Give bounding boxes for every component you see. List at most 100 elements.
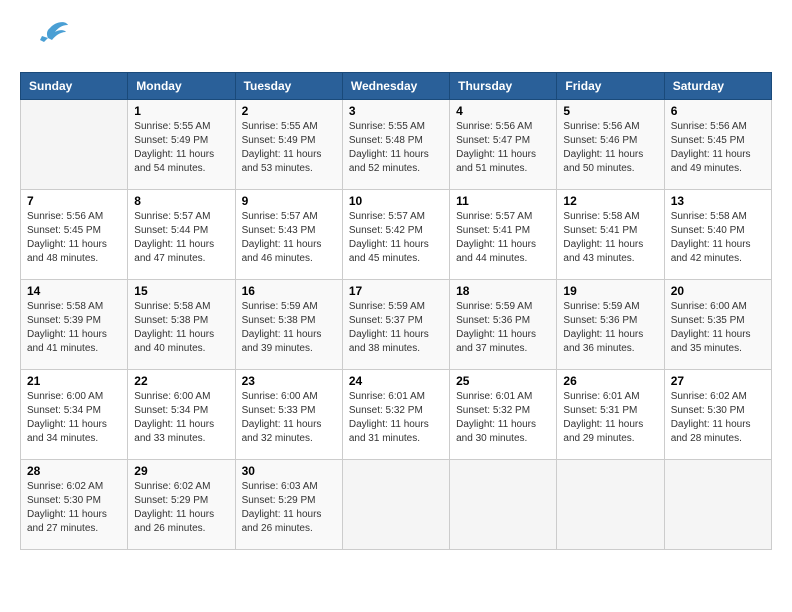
- calendar-cell: 26 Sunrise: 6:01 AM Sunset: 5:31 PM Dayl…: [557, 370, 664, 460]
- day-number: 25: [456, 374, 550, 388]
- daylight-text: Daylight: 11 hours and 46 minutes.: [242, 238, 336, 266]
- daylight-text: Daylight: 11 hours and 38 minutes.: [349, 328, 443, 356]
- sunset-text: Sunset: 5:49 PM: [242, 134, 336, 148]
- day-number: 11: [456, 194, 550, 208]
- day-info: Sunrise: 5:58 AM Sunset: 5:39 PM Dayligh…: [27, 300, 121, 356]
- sunrise-text: Sunrise: 5:55 AM: [134, 120, 228, 134]
- day-info: Sunrise: 6:01 AM Sunset: 5:32 PM Dayligh…: [456, 390, 550, 446]
- day-number: 22: [134, 374, 228, 388]
- sunrise-text: Sunrise: 6:00 AM: [671, 300, 765, 314]
- day-number: 28: [27, 464, 121, 478]
- calendar-cell: 14 Sunrise: 5:58 AM Sunset: 5:39 PM Dayl…: [21, 280, 128, 370]
- sunrise-text: Sunrise: 5:57 AM: [134, 210, 228, 224]
- day-info: Sunrise: 5:58 AM Sunset: 5:38 PM Dayligh…: [134, 300, 228, 356]
- sunset-text: Sunset: 5:38 PM: [242, 314, 336, 328]
- day-info: Sunrise: 5:59 AM Sunset: 5:36 PM Dayligh…: [456, 300, 550, 356]
- day-info: Sunrise: 5:59 AM Sunset: 5:36 PM Dayligh…: [563, 300, 657, 356]
- logo: [20, 20, 74, 62]
- calendar-cell: 20 Sunrise: 6:00 AM Sunset: 5:35 PM Dayl…: [664, 280, 771, 370]
- daylight-text: Daylight: 11 hours and 49 minutes.: [671, 148, 765, 176]
- day-info: Sunrise: 6:03 AM Sunset: 5:29 PM Dayligh…: [242, 480, 336, 536]
- calendar-week-row: 1 Sunrise: 5:55 AM Sunset: 5:49 PM Dayli…: [21, 100, 772, 190]
- calendar-cell: 16 Sunrise: 5:59 AM Sunset: 5:38 PM Dayl…: [235, 280, 342, 370]
- sunset-text: Sunset: 5:36 PM: [456, 314, 550, 328]
- sunrise-text: Sunrise: 6:00 AM: [27, 390, 121, 404]
- calendar-table: SundayMondayTuesdayWednesdayThursdayFrid…: [20, 72, 772, 550]
- sunrise-text: Sunrise: 6:02 AM: [134, 480, 228, 494]
- calendar-cell: 11 Sunrise: 5:57 AM Sunset: 5:41 PM Dayl…: [450, 190, 557, 280]
- calendar-week-row: 28 Sunrise: 6:02 AM Sunset: 5:30 PM Dayl…: [21, 460, 772, 550]
- daylight-text: Daylight: 11 hours and 37 minutes.: [456, 328, 550, 356]
- day-number: 5: [563, 104, 657, 118]
- sunset-text: Sunset: 5:38 PM: [134, 314, 228, 328]
- daylight-text: Daylight: 11 hours and 42 minutes.: [671, 238, 765, 266]
- sunset-text: Sunset: 5:48 PM: [349, 134, 443, 148]
- calendar-cell: 6 Sunrise: 5:56 AM Sunset: 5:45 PM Dayli…: [664, 100, 771, 190]
- day-info: Sunrise: 5:55 AM Sunset: 5:49 PM Dayligh…: [134, 120, 228, 176]
- day-info: Sunrise: 6:02 AM Sunset: 5:29 PM Dayligh…: [134, 480, 228, 536]
- sunset-text: Sunset: 5:41 PM: [563, 224, 657, 238]
- day-info: Sunrise: 5:58 AM Sunset: 5:40 PM Dayligh…: [671, 210, 765, 266]
- sunset-text: Sunset: 5:35 PM: [671, 314, 765, 328]
- sunset-text: Sunset: 5:49 PM: [134, 134, 228, 148]
- daylight-text: Daylight: 11 hours and 34 minutes.: [27, 418, 121, 446]
- sunset-text: Sunset: 5:43 PM: [242, 224, 336, 238]
- calendar-cell: 27 Sunrise: 6:02 AM Sunset: 5:30 PM Dayl…: [664, 370, 771, 460]
- daylight-text: Daylight: 11 hours and 40 minutes.: [134, 328, 228, 356]
- daylight-text: Daylight: 11 hours and 36 minutes.: [563, 328, 657, 356]
- calendar-cell: 7 Sunrise: 5:56 AM Sunset: 5:45 PM Dayli…: [21, 190, 128, 280]
- daylight-text: Daylight: 11 hours and 31 minutes.: [349, 418, 443, 446]
- day-info: Sunrise: 6:00 AM Sunset: 5:34 PM Dayligh…: [134, 390, 228, 446]
- sunrise-text: Sunrise: 6:01 AM: [563, 390, 657, 404]
- daylight-text: Daylight: 11 hours and 26 minutes.: [134, 508, 228, 536]
- day-info: Sunrise: 5:57 AM Sunset: 5:43 PM Dayligh…: [242, 210, 336, 266]
- daylight-text: Daylight: 11 hours and 48 minutes.: [27, 238, 121, 266]
- calendar-cell: [664, 460, 771, 550]
- calendar-cell: 2 Sunrise: 5:55 AM Sunset: 5:49 PM Dayli…: [235, 100, 342, 190]
- day-info: Sunrise: 6:01 AM Sunset: 5:32 PM Dayligh…: [349, 390, 443, 446]
- calendar-cell: 25 Sunrise: 6:01 AM Sunset: 5:32 PM Dayl…: [450, 370, 557, 460]
- calendar-cell: 17 Sunrise: 5:59 AM Sunset: 5:37 PM Dayl…: [342, 280, 449, 370]
- day-number: 13: [671, 194, 765, 208]
- daylight-text: Daylight: 11 hours and 35 minutes.: [671, 328, 765, 356]
- sunrise-text: Sunrise: 5:58 AM: [134, 300, 228, 314]
- day-number: 19: [563, 284, 657, 298]
- sunrise-text: Sunrise: 6:02 AM: [27, 480, 121, 494]
- daylight-text: Daylight: 11 hours and 32 minutes.: [242, 418, 336, 446]
- sunset-text: Sunset: 5:40 PM: [671, 224, 765, 238]
- calendar-cell: [557, 460, 664, 550]
- sunset-text: Sunset: 5:33 PM: [242, 404, 336, 418]
- sunset-text: Sunset: 5:34 PM: [27, 404, 121, 418]
- day-info: Sunrise: 5:58 AM Sunset: 5:41 PM Dayligh…: [563, 210, 657, 266]
- day-header-wednesday: Wednesday: [342, 73, 449, 100]
- day-header-thursday: Thursday: [450, 73, 557, 100]
- day-info: Sunrise: 5:56 AM Sunset: 5:46 PM Dayligh…: [563, 120, 657, 176]
- day-number: 3: [349, 104, 443, 118]
- sunset-text: Sunset: 5:46 PM: [563, 134, 657, 148]
- sunrise-text: Sunrise: 6:03 AM: [242, 480, 336, 494]
- calendar-cell: 15 Sunrise: 5:58 AM Sunset: 5:38 PM Dayl…: [128, 280, 235, 370]
- sunset-text: Sunset: 5:30 PM: [27, 494, 121, 508]
- day-info: Sunrise: 5:55 AM Sunset: 5:48 PM Dayligh…: [349, 120, 443, 176]
- calendar-cell: [342, 460, 449, 550]
- calendar-week-row: 14 Sunrise: 5:58 AM Sunset: 5:39 PM Dayl…: [21, 280, 772, 370]
- day-number: 30: [242, 464, 336, 478]
- daylight-text: Daylight: 11 hours and 26 minutes.: [242, 508, 336, 536]
- calendar-cell: 21 Sunrise: 6:00 AM Sunset: 5:34 PM Dayl…: [21, 370, 128, 460]
- sunset-text: Sunset: 5:45 PM: [27, 224, 121, 238]
- daylight-text: Daylight: 11 hours and 45 minutes.: [349, 238, 443, 266]
- day-info: Sunrise: 5:59 AM Sunset: 5:37 PM Dayligh…: [349, 300, 443, 356]
- header: [20, 20, 772, 62]
- sunrise-text: Sunrise: 6:01 AM: [349, 390, 443, 404]
- day-info: Sunrise: 6:00 AM Sunset: 5:34 PM Dayligh…: [27, 390, 121, 446]
- daylight-text: Daylight: 11 hours and 33 minutes.: [134, 418, 228, 446]
- sunset-text: Sunset: 5:39 PM: [27, 314, 121, 328]
- day-info: Sunrise: 5:59 AM Sunset: 5:38 PM Dayligh…: [242, 300, 336, 356]
- day-header-tuesday: Tuesday: [235, 73, 342, 100]
- sunrise-text: Sunrise: 5:56 AM: [563, 120, 657, 134]
- sunrise-text: Sunrise: 5:57 AM: [349, 210, 443, 224]
- day-info: Sunrise: 6:02 AM Sunset: 5:30 PM Dayligh…: [671, 390, 765, 446]
- day-number: 6: [671, 104, 765, 118]
- sunrise-text: Sunrise: 5:56 AM: [456, 120, 550, 134]
- calendar-cell: 12 Sunrise: 5:58 AM Sunset: 5:41 PM Dayl…: [557, 190, 664, 280]
